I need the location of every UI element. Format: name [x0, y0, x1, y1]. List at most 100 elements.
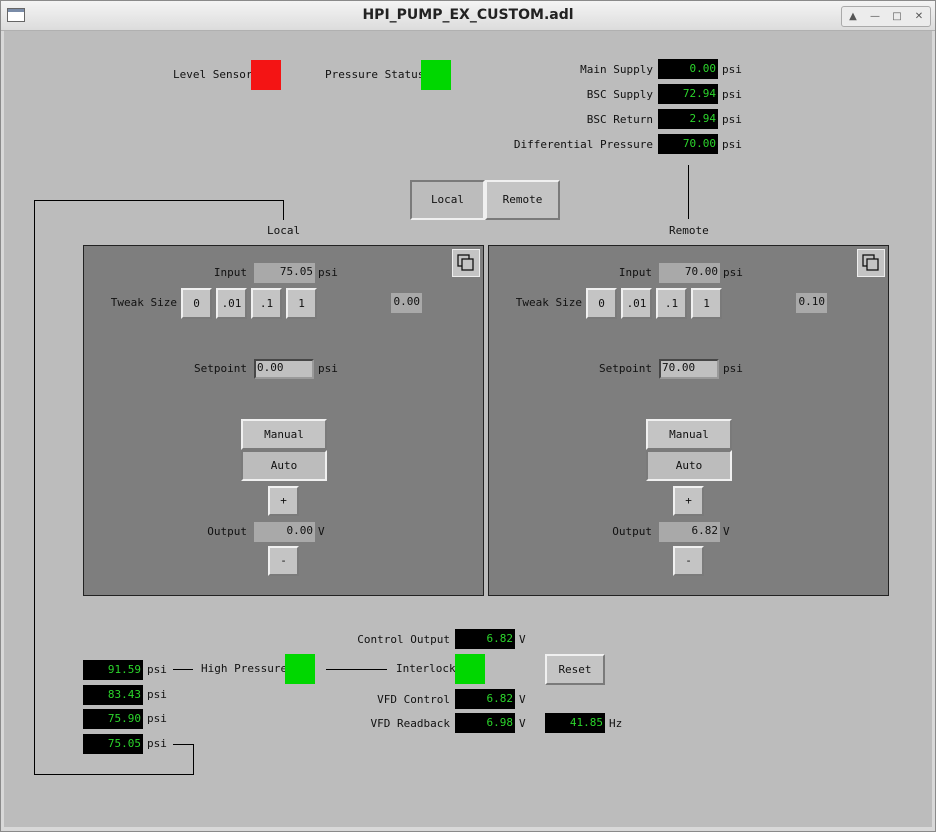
reset-button[interactable]: Reset: [545, 654, 605, 685]
tweak-0-button[interactable]: 0: [586, 288, 617, 319]
tweak-1-button[interactable]: 1: [286, 288, 317, 319]
pressure-reading-2: 83.43: [83, 685, 143, 705]
close-icon[interactable]: ✕: [910, 11, 928, 22]
vfd-readback-value: 6.98: [455, 713, 515, 733]
bsc-return-label: BSC Return: [586, 113, 653, 126]
tweak-01-button[interactable]: .1: [656, 288, 687, 319]
auto-button[interactable]: Auto: [241, 450, 327, 481]
vfd-control-value: 6.82: [455, 689, 515, 709]
window-title: HPI_PUMP_EX_CUSTOM.adl: [362, 7, 574, 23]
tweak-001-button[interactable]: .01: [621, 288, 652, 319]
pressure-unit-3: psi: [147, 712, 167, 725]
setpoint-unit: psi: [723, 362, 743, 375]
app-window: HPI_PUMP_EX_CUSTOM.adl ▲ — □ ✕ Level Sen…: [0, 0, 936, 832]
vfd-control-label: VFD Control: [377, 693, 450, 706]
bsc-supply-unit: psi: [722, 88, 742, 101]
manual-button[interactable]: Manual: [241, 419, 327, 450]
level-sensor-indicator: [251, 60, 281, 90]
pressure-unit-1: psi: [147, 663, 167, 676]
feedback-line-stub: [173, 744, 194, 745]
setpoint-label: Setpoint: [194, 362, 247, 375]
output-unit: V: [318, 525, 325, 538]
setpoint-label: Setpoint: [599, 362, 652, 375]
remote-mode-button[interactable]: Remote: [485, 180, 560, 220]
high-pressure-indicator: [285, 654, 315, 684]
output-decrease-button[interactable]: -: [673, 546, 704, 576]
vfd-readback-label: VFD Readback: [370, 717, 450, 730]
input-unit: psi: [723, 266, 743, 279]
setpoint-unit: psi: [318, 362, 338, 375]
high-pressure-label: High Pressure: [201, 662, 288, 675]
main-supply-value: 0.00: [658, 59, 718, 79]
feedback-line-left: [34, 200, 35, 774]
pressure-status-label: Pressure Status: [325, 68, 425, 81]
tweak-01-button[interactable]: .1: [251, 288, 282, 319]
pin-icon[interactable]: ▲: [844, 11, 862, 22]
output-unit: V: [723, 525, 730, 538]
related-display-icon[interactable]: [452, 249, 480, 277]
main-supply-unit: psi: [722, 63, 742, 76]
feedback-line-bottom: [34, 774, 194, 775]
window-controls: ▲ — □ ✕: [841, 6, 931, 27]
title-bar[interactable]: HPI_PUMP_EX_CUSTOM.adl ▲ — □ ✕: [1, 1, 935, 31]
level-sensor-label: Level Sensor: [173, 68, 253, 81]
frequency-value: 41.85: [545, 713, 605, 733]
control-output-unit: V: [519, 633, 526, 646]
remote-connector-line: [688, 165, 689, 219]
display-canvas: Level Sensor Pressure Status Main Supply…: [4, 31, 932, 827]
bsc-supply-label: BSC Supply: [586, 88, 653, 101]
interlock-link-line: [326, 669, 387, 670]
input-label: Input: [213, 266, 247, 279]
pressure-unit-2: psi: [147, 688, 167, 701]
tweak-size-label: Tweak Size: [515, 296, 582, 309]
pressure-reading-3: 75.90: [83, 709, 143, 729]
output-increase-button[interactable]: +: [268, 486, 299, 516]
output-decrease-button[interactable]: -: [268, 546, 299, 576]
tweak-size-value: 0.10: [796, 293, 827, 313]
manual-button[interactable]: Manual: [646, 419, 732, 450]
input-unit: psi: [318, 266, 338, 279]
output-value: 6.82: [659, 522, 720, 542]
pressure-status-indicator: [421, 60, 451, 90]
tweak-001-button[interactable]: .01: [216, 288, 247, 319]
input-label: Input: [618, 266, 652, 279]
bsc-return-value: 2.94: [658, 109, 718, 129]
local-control-panel: Input 75.05 psi Tweak Size 0 .01 .1 1 0.…: [83, 245, 484, 596]
pressure-reading-1: 91.59: [83, 660, 143, 680]
tweak-size-label: Tweak Size: [110, 296, 177, 309]
differential-pressure-value: 70.00: [658, 134, 718, 154]
related-display-icon[interactable]: [857, 249, 885, 277]
bsc-supply-value: 72.94: [658, 84, 718, 104]
vfd-readback-unit: V: [519, 717, 526, 730]
output-increase-button[interactable]: +: [673, 486, 704, 516]
tweak-0-button[interactable]: 0: [181, 288, 212, 319]
local-heading: Local: [267, 224, 301, 237]
maximize-icon[interactable]: □: [888, 11, 906, 22]
minimize-icon[interactable]: —: [866, 11, 884, 22]
differential-pressure-unit: psi: [722, 138, 742, 151]
interlock-indicator: [455, 654, 485, 684]
pressure-unit-4: psi: [147, 737, 167, 750]
output-label: Output: [207, 525, 247, 538]
remote-control-panel: Input 70.00 psi Tweak Size 0 .01 .1 1 0.…: [488, 245, 889, 596]
setpoint-input[interactable]: 0.00: [254, 359, 314, 379]
frequency-unit: Hz: [609, 717, 623, 730]
feedback-line-drop: [283, 200, 284, 220]
feedback-line-rise: [193, 744, 194, 775]
bsc-return-unit: psi: [722, 113, 742, 126]
output-label: Output: [612, 525, 652, 538]
vfd-control-unit: V: [519, 693, 526, 706]
local-mode-button[interactable]: Local: [410, 180, 485, 220]
differential-pressure-label: Differential Pressure: [513, 138, 653, 151]
pressure-reading-4: 75.05: [83, 734, 143, 754]
tweak-size-value: 0.00: [391, 293, 422, 313]
input-value: 75.05: [254, 263, 315, 283]
tweak-1-button[interactable]: 1: [691, 288, 722, 319]
output-value: 0.00: [254, 522, 315, 542]
control-output-label: Control Output: [357, 633, 450, 646]
interlock-label: Interlock: [396, 662, 456, 675]
setpoint-input[interactable]: 70.00: [659, 359, 719, 379]
auto-button[interactable]: Auto: [646, 450, 732, 481]
control-output-value: 6.82: [455, 629, 515, 649]
high-pressure-link-line: [173, 669, 193, 670]
